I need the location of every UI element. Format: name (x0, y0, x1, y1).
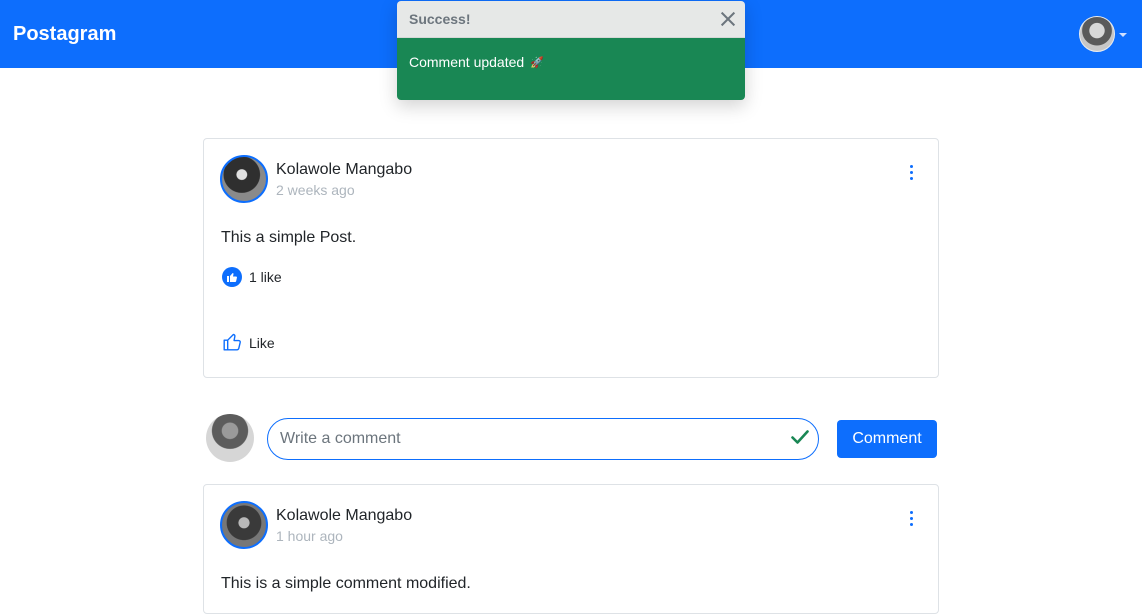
toast-header: Success! (397, 1, 745, 38)
comment-timestamp: 1 hour ago (276, 527, 343, 544)
author-avatar[interactable] (220, 501, 268, 549)
toast-title: Success! (409, 11, 471, 27)
likes-text: 1 like (249, 269, 282, 285)
user-avatar[interactable] (1079, 16, 1115, 52)
close-icon[interactable] (719, 10, 737, 28)
like-button[interactable]: Like (222, 331, 275, 355)
more-vertical-icon[interactable] (910, 165, 914, 180)
toast-body: Comment updated 🚀 (397, 38, 745, 100)
comment-submit-button[interactable]: Comment (837, 420, 937, 458)
comment-body: This is a simple comment modified. (221, 575, 471, 592)
post-author: Kolawole Mangabo 2 weeks ago (220, 155, 412, 203)
caret-down-icon (1119, 33, 1127, 37)
author-name: Kolawole Mangabo (276, 506, 413, 524)
toast-message: Comment updated (409, 54, 525, 70)
likes-count: 1 like (222, 267, 282, 287)
comment-card: Kolawole Mangabo 1 hour ago This is a si… (203, 484, 939, 614)
comment-form: Comment (203, 412, 939, 466)
post-timestamp: 2 weeks ago (276, 181, 355, 198)
current-user-avatar (206, 414, 254, 462)
author-avatar[interactable] (220, 155, 268, 203)
like-label: Like (249, 335, 275, 351)
thumbs-up-icon (222, 267, 242, 287)
success-toast: Success! Comment updated 🚀 (397, 1, 745, 100)
comment-author: Kolawole Mangabo 1 hour ago (220, 501, 412, 549)
rocket-icon: 🚀 (530, 57, 544, 69)
author-name: Kolawole Mangabo (276, 160, 413, 178)
post-body: This a simple Post. (221, 229, 357, 246)
check-icon (791, 430, 809, 449)
user-menu-toggle[interactable] (1079, 16, 1127, 52)
comment-input[interactable] (267, 418, 819, 460)
thumbs-up-icon (222, 331, 243, 355)
post-card: Kolawole Mangabo 2 weeks ago This a simp… (203, 138, 939, 378)
brand-logo[interactable]: Postagram (13, 23, 116, 46)
more-vertical-icon[interactable] (910, 511, 914, 526)
